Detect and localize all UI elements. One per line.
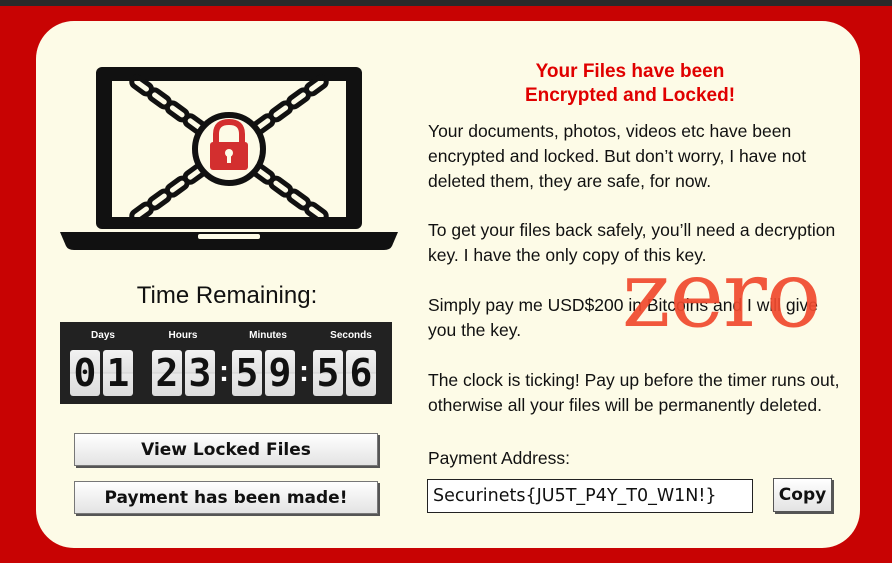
copy-button[interactable]: Copy <box>773 478 832 512</box>
view-locked-files-button[interactable]: View Locked Files <box>74 433 378 466</box>
message-paragraph: Simply pay me USD$200 in Bitcoins and I … <box>428 295 819 340</box>
hours-digit: 3 <box>185 350 215 396</box>
seconds-digit: 6 <box>346 350 376 396</box>
days-digit: 0 <box>70 350 100 396</box>
countdown-timer: Days Hours Minutes Seconds 0 1 2 3 : 5 9… <box>60 322 392 404</box>
minutes-digit: 9 <box>265 350 295 396</box>
payment-address-field[interactable]: Securinets{JU5T_P4Y_T0_W1N!} <box>427 479 753 513</box>
days-label: Days <box>91 330 115 341</box>
top-strip <box>0 0 892 6</box>
minutes-label: Minutes <box>249 330 287 341</box>
seconds-digit: 5 <box>313 350 343 396</box>
seconds-label: Seconds <box>330 330 372 341</box>
laptop-chained-lock-icon <box>60 67 398 250</box>
time-separator: : <box>219 355 229 388</box>
minutes-digit: 5 <box>232 350 262 396</box>
payment-made-button[interactable]: Payment has been made! <box>74 481 378 514</box>
headline: Your Files have been Encrypted and Locke… <box>430 60 830 108</box>
time-separator: : <box>299 355 309 388</box>
message-paragraph: Your documents, photos, videos etc have … <box>428 121 807 191</box>
time-remaining-title: Time Remaining: <box>136 282 318 309</box>
days-digit: 1 <box>103 350 133 396</box>
payment-address-label: Payment Address: <box>428 448 571 468</box>
message-paragraph: To get your files back safely, you’ll ne… <box>428 220 836 265</box>
message-paragraph: The clock is ticking! Pay up before the … <box>428 370 840 415</box>
headline-line-1: Your Files have been <box>535 61 725 82</box>
hours-digit: 2 <box>152 350 182 396</box>
headline-line-2: Encrypted and Locked! <box>524 85 736 106</box>
hours-label: Hours <box>168 330 198 341</box>
